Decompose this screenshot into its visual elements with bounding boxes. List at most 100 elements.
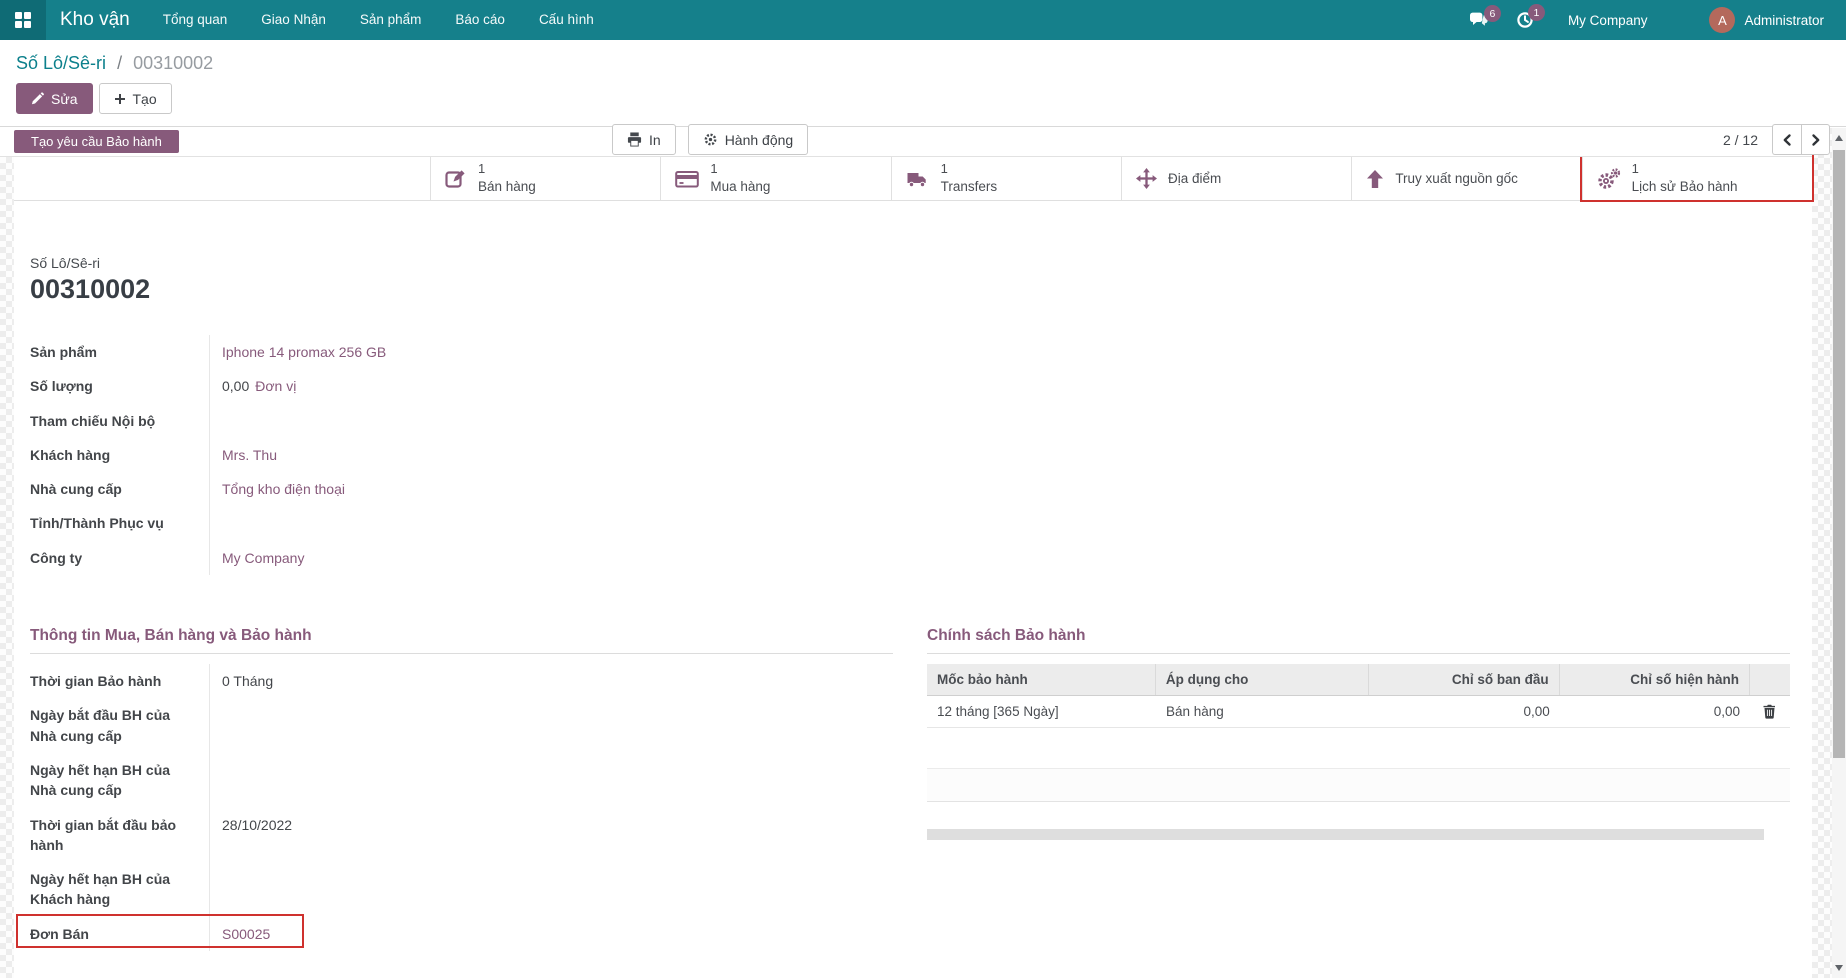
scroll-down-arrow-icon (1835, 965, 1843, 971)
field-row-thoi-gian-bao-hanh: Thời gian Bảo hành 0 Tháng (30, 664, 893, 698)
user-name: Administrator (1744, 13, 1824, 28)
cell-chi-so-ban-dau: 0,00 (1369, 696, 1559, 727)
field-label: Thời gian bắt đầu bảo hành (30, 808, 210, 863)
control-panel: Số Lô/Sê-ri / 00310002 Sửa Tạo In (0, 40, 1846, 127)
field-row-tinh-thanh: Tỉnh/Thành Phục vụ (30, 506, 790, 540)
chevron-right-icon (1810, 133, 1822, 147)
action-button-label: Hành động (725, 132, 794, 148)
user-menu[interactable]: A Administrator (1709, 7, 1824, 33)
pencil-square-icon (445, 168, 467, 190)
field-label: Thời gian Bảo hành (30, 664, 210, 698)
move-arrows-icon (1136, 168, 1157, 189)
create-button-label: Tạo (133, 91, 157, 107)
field-value-sale-order-link[interactable]: S00025 (222, 926, 270, 942)
create-button[interactable]: Tạo (99, 83, 172, 114)
stat-button-mua-hang[interactable]: 1 Mua hàng (660, 157, 890, 200)
pager: 2 / 12 (1723, 124, 1830, 155)
stat-button-truy-xuat-nguon-goc[interactable]: Truy xuất nguồn gốc (1351, 157, 1581, 200)
record-title: Số Lô/Sê-ri 00310002 (30, 201, 1790, 305)
field-row-nha-cung-cap: Nhà cung cấp Tổng kho điện thoại (30, 472, 790, 506)
stat-button-row: 1 Bán hàng 1 Mua hàng 1 Tran (14, 157, 1812, 201)
scroll-up-arrow-icon (1835, 135, 1843, 141)
left-section-title: Thông tin Mua, Bán hàng và Bảo hành (30, 627, 893, 654)
col-header-moc-bao-hanh[interactable]: Mốc bảo hành (927, 664, 1156, 695)
stat-button-transfers[interactable]: 1 Transfers (891, 157, 1121, 200)
warranty-info-group: Thông tin Mua, Bán hàng và Bảo hành Thời… (30, 627, 893, 951)
breadcrumb-separator: / (117, 53, 122, 73)
action-button[interactable]: Hành động (688, 124, 809, 155)
field-value-customer-link[interactable]: Mrs. Thu (222, 447, 277, 463)
chevron-left-icon (1781, 133, 1793, 147)
arrow-up-icon (1366, 169, 1384, 189)
messages-button[interactable]: 6 (1469, 12, 1490, 28)
menu-item-san-pham[interactable]: Sản phẩm (343, 0, 439, 40)
stat-button-dia-diem[interactable]: Địa điểm (1121, 157, 1351, 200)
company-switcher[interactable]: My Company (1568, 13, 1648, 28)
field-label: Ngày bắt đầu BH của Nhà cung cấp (30, 698, 210, 753)
pager-value: 2 / 12 (1723, 132, 1758, 148)
stat-value: 1 (478, 161, 536, 178)
credit-card-icon (675, 169, 699, 189)
empty-table-band (927, 768, 1790, 802)
edit-button-label: Sửa (51, 91, 78, 107)
menu-item-cau-hinh[interactable]: Cấu hình (522, 0, 611, 40)
menu-item-giao-nhan[interactable]: Giao Nhận (244, 0, 343, 40)
breadcrumb-current: 00310002 (133, 53, 213, 73)
stat-label: Mua hàng (710, 178, 770, 196)
horizontal-scrollbar[interactable] (927, 829, 1764, 840)
scroll-up-button[interactable] (1832, 130, 1846, 146)
create-warranty-request-button[interactable]: Tạo yêu cầu Bảo hành (14, 130, 179, 153)
right-gutter (1812, 128, 1832, 978)
field-row-ngay-het-han-bh-kh: Ngày hết hạn BH của Khách hàng (30, 862, 893, 917)
policy-table: Mốc bảo hành Áp dụng cho Chỉ số ban đầu … (927, 664, 1790, 728)
stat-label: Transfers (941, 178, 998, 196)
menu-item-tong-quan[interactable]: Tổng quan (146, 0, 245, 40)
stat-button-lich-su-bao-hanh[interactable]: 1 Lịch sử Bảo hành (1582, 157, 1812, 200)
field-value-warranty-start-date: 28/10/2022 (222, 817, 292, 833)
col-header-chi-so-ban-dau[interactable]: Chỉ số ban đầu (1369, 664, 1559, 695)
apps-menu-button[interactable] (0, 0, 46, 40)
col-header-ap-dung-cho[interactable]: Áp dụng cho (1156, 664, 1369, 695)
field-label: Ngày hết hạn BH của Nhà cung cấp (30, 753, 210, 808)
stat-label: Bán hàng (478, 178, 536, 196)
field-value-vendor-link[interactable]: Tổng kho điện thoại (222, 481, 345, 497)
edit-button[interactable]: Sửa (16, 83, 93, 114)
menu-item-bao-cao[interactable]: Báo cáo (438, 0, 522, 40)
field-row-tham-chieu-noi-bo: Tham chiếu Nội bộ (30, 404, 790, 438)
field-value-product-link[interactable]: Iphone 14 promax 256 GB (222, 344, 386, 360)
statusbar: Tạo yêu cầu Bảo hành (0, 128, 1812, 157)
breadcrumb: Số Lô/Sê-ri / 00310002 (0, 40, 1846, 74)
printer-icon (627, 132, 642, 147)
table-row[interactable]: 12 tháng [365 Ngày] Bán hàng 0,00 0,00 (927, 696, 1790, 728)
field-label: Công ty (30, 541, 210, 575)
stat-value: 1 (1632, 161, 1738, 178)
field-value-company-link[interactable]: My Company (222, 550, 304, 566)
stat-button-ban-hang[interactable]: 1 Bán hàng (430, 157, 660, 200)
field-value-quantity: 0,00 (222, 378, 249, 394)
delete-row-button[interactable] (1750, 696, 1790, 727)
field-value-uom-link[interactable]: Đơn vị (255, 378, 296, 394)
col-header-chi-so-hien-hanh[interactable]: Chỉ số hiện hành (1560, 664, 1750, 695)
main-field-group: Sản phẩm Iphone 14 promax 256 GB Số lượn… (30, 335, 790, 575)
print-button[interactable]: In (612, 124, 676, 155)
field-row-ngay-bat-dau-bh-ncc: Ngày bắt đầu BH của Nhà cung cấp (30, 698, 893, 753)
pager-next-button[interactable] (1801, 124, 1830, 155)
col-header-actions (1750, 664, 1790, 695)
field-label: Ngày hết hạn BH của Khách hàng (30, 862, 210, 917)
field-value-warranty-period: 0 Tháng (222, 673, 273, 689)
field-row-san-pham: Sản phẩm Iphone 14 promax 256 GB (30, 335, 790, 369)
stat-label: Địa điểm (1168, 170, 1221, 188)
form-sheet: 1 Bán hàng 1 Mua hàng 1 Tran (14, 157, 1812, 978)
truck-icon (906, 169, 930, 189)
cell-ap-dung-cho: Bán hàng (1156, 696, 1369, 727)
field-row-thoi-gian-bat-dau-bao-hanh: Thời gian bắt đầu bảo hành 28/10/2022 (30, 808, 893, 863)
pager-prev-button[interactable] (1772, 124, 1801, 155)
activities-button[interactable]: 1 (1516, 11, 1534, 29)
scrollbar-thumb[interactable] (1833, 150, 1845, 758)
app-brand[interactable]: Kho vận (46, 0, 146, 40)
nav-menus: Tổng quan Giao Nhận Sản phẩm Báo cáo Cấu… (146, 0, 611, 40)
breadcrumb-lot-link[interactable]: Số Lô/Sê-ri (16, 53, 106, 73)
scroll-down-button[interactable] (1832, 960, 1846, 976)
record-title-label: Số Lô/Sê-ri (30, 255, 1790, 271)
field-row-ngay-het-han-bh-ncc: Ngày hết hạn BH của Nhà cung cấp (30, 753, 893, 808)
